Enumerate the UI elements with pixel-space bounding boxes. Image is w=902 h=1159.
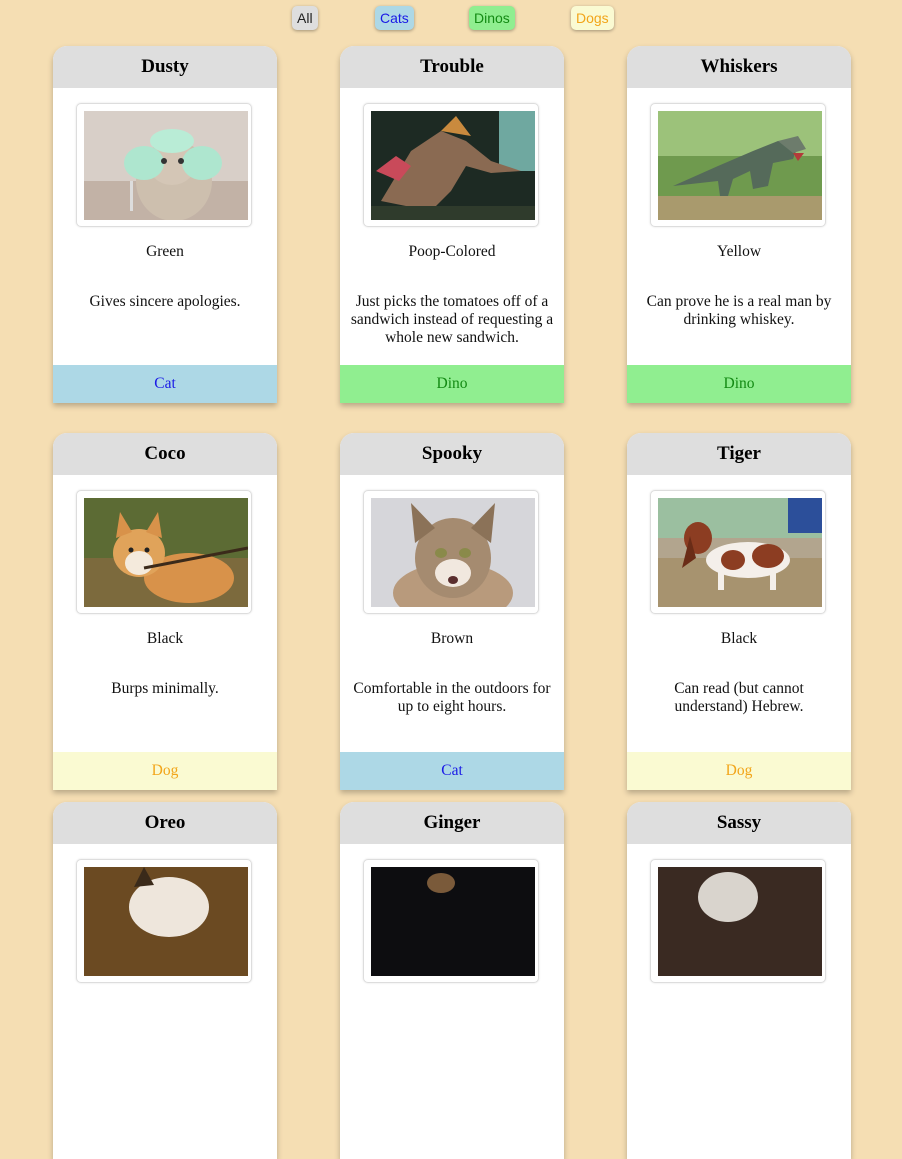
- pet-card: Spooky Brown Comfortable in the outdoors…: [340, 433, 564, 790]
- pet-name: Whiskers: [627, 46, 851, 88]
- pet-description: Gives sincere apologies.: [89, 293, 241, 310]
- pet-photo: [371, 111, 535, 220]
- pet-name: Dusty: [53, 46, 277, 88]
- photo-frame: [650, 490, 826, 614]
- photo-frame: [363, 103, 539, 227]
- photo-frame: [650, 103, 826, 227]
- photo-frame: [363, 859, 539, 983]
- filter-all-button[interactable]: All: [292, 6, 318, 30]
- pet-description: Just picks the tomatoes off of a sandwic…: [350, 293, 554, 346]
- pet-type-badge: Cat: [340, 752, 564, 790]
- pet-card: Dusty Green Gives sincere apologies. Cat: [53, 46, 277, 403]
- pet-type-badge: Dino: [340, 365, 564, 403]
- pet-color: Black: [720, 630, 758, 647]
- pet-color: Brown: [430, 630, 474, 647]
- pet-color: Poop-Colored: [408, 243, 496, 260]
- photo-frame: [76, 859, 252, 983]
- pet-photo: [658, 867, 822, 976]
- pet-name: Ginger: [340, 802, 564, 844]
- pet-description: Can prove he is a real man by drinking w…: [646, 293, 832, 328]
- pet-card: Ginger: [340, 802, 564, 1159]
- pet-photo: [371, 498, 535, 607]
- pet-name: Spooky: [340, 433, 564, 475]
- filter-dogs-button[interactable]: Dogs: [571, 6, 614, 30]
- photo-frame: [76, 103, 252, 227]
- pet-photo: [658, 111, 822, 220]
- pet-card: Tiger Black Can read (but cannot underst…: [627, 433, 851, 790]
- pet-photo: [84, 111, 248, 220]
- pet-description: Comfortable in the outdoors for up to ei…: [353, 680, 551, 715]
- pet-color: Black: [146, 630, 184, 647]
- pet-card: Whiskers Yellow Can prove he is a real m…: [627, 46, 851, 403]
- pet-name: Sassy: [627, 802, 851, 844]
- pet-name: Oreo: [53, 802, 277, 844]
- pet-name: Trouble: [340, 46, 564, 88]
- pet-color: Yellow: [716, 243, 762, 260]
- pet-card: Sassy: [627, 802, 851, 1159]
- pet-card: Trouble Poop-Colored Just picks the toma…: [340, 46, 564, 403]
- pet-name: Coco: [53, 433, 277, 475]
- filter-cats-button[interactable]: Cats: [375, 6, 414, 30]
- photo-frame: [363, 490, 539, 614]
- pet-photo: [371, 867, 535, 976]
- pet-photo: [658, 498, 822, 607]
- pet-photo: [84, 498, 248, 607]
- pet-description: Burps minimally.: [111, 680, 219, 697]
- pet-type-badge: Cat: [53, 365, 277, 403]
- pet-color: Green: [146, 243, 184, 260]
- pet-card: Oreo: [53, 802, 277, 1159]
- pet-type-badge: Dino: [627, 365, 851, 403]
- photo-frame: [650, 859, 826, 983]
- pet-photo: [84, 867, 248, 976]
- filter-dinos-button[interactable]: Dinos: [469, 6, 515, 30]
- pet-description: Can read (but cannot understand) Hebrew.: [674, 680, 804, 715]
- pet-type-badge: Dog: [53, 752, 277, 790]
- filter-bar: All Cats Dinos Dogs: [0, 6, 902, 32]
- pet-name: Tiger: [627, 433, 851, 475]
- photo-frame: [76, 490, 252, 614]
- pet-type-badge: Dog: [627, 752, 851, 790]
- pet-card: Coco Black Burps minimally. Dog: [53, 433, 277, 790]
